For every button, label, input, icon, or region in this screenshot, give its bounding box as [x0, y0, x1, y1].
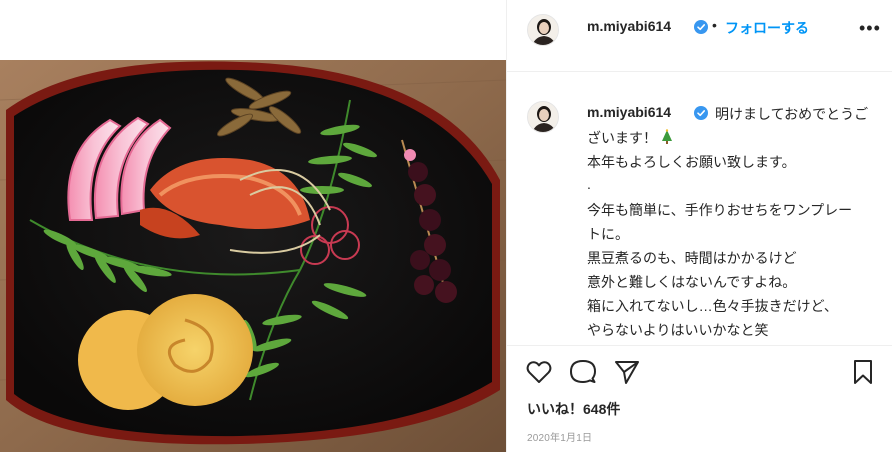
follow-separator: • — [712, 17, 717, 33]
caption-line: 黒豆煮るのも、時間はかかるけど — [587, 250, 797, 266]
caption-line: やらないよりはいいかなと笑 — [587, 322, 769, 338]
caption-username[interactable]: m.miyabi614 — [587, 104, 671, 120]
avatar-image — [528, 102, 558, 132]
caption-line-with-emoji: ざいます！ — [587, 128, 673, 148]
post-header: m.miyabi614 • フォローする ••• — [507, 0, 892, 72]
heart-icon[interactable] — [525, 358, 553, 386]
caption-line: ざいます！ — [587, 130, 657, 146]
post-caption: m.miyabi614 明けましておめでとうご ざいます！ 本年もよろしくお願い… — [507, 73, 892, 353]
bookmark-icon[interactable] — [849, 358, 877, 386]
avatar-image — [528, 15, 558, 45]
post-date[interactable]: 2020年1月1日 — [527, 429, 592, 444]
osechi-plate-photo — [0, 60, 506, 452]
caption-line: 今年も簡単に、手作りおせちをワンプレー — [587, 202, 853, 218]
verified-badge-icon — [694, 20, 708, 34]
avatar[interactable] — [527, 14, 559, 46]
more-options-button[interactable]: ••• — [859, 18, 881, 39]
christmas-tree-emoji-icon — [662, 129, 672, 144]
username[interactable]: m.miyabi614 — [587, 18, 671, 34]
post-photo[interactable] — [0, 60, 506, 452]
caption-line: 本年もよろしくお願い致します。 — [587, 154, 796, 170]
follow-button[interactable]: フォローする — [725, 18, 809, 38]
share-icon[interactable] — [613, 358, 641, 386]
caption-line: トに。 — [587, 226, 629, 242]
post-media-pane — [0, 0, 506, 452]
likes-count[interactable]: いいね！648件 — [527, 399, 620, 419]
caption-line: 箱に入れてないし…色々手抜きだけど、 — [587, 298, 838, 314]
post-sidebar: m.miyabi614 • フォローする ••• m.miyabi614 明けま… — [506, 0, 892, 452]
verified-badge-icon — [694, 106, 708, 120]
comment-icon[interactable] — [569, 358, 597, 386]
caption-line: . — [587, 176, 591, 192]
caption-line: 意外と難しくはないんですよね。 — [587, 274, 797, 290]
caption-avatar[interactable] — [527, 101, 559, 133]
post-actions: いいね！648件 2020年1月1日 — [507, 345, 892, 452]
caption-line: 明けましておめでとうご — [715, 106, 869, 122]
